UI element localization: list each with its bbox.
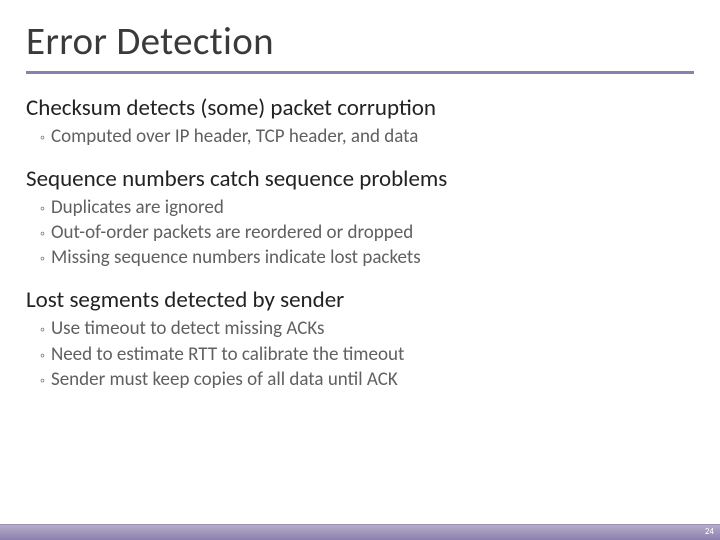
bullet-text: Computed over IP header, TCP header, and… [51, 124, 418, 149]
bullet-item: ◦ Sender must keep copies of all data un… [26, 367, 694, 392]
bullet-text: Missing sequence numbers indicate lost p… [51, 245, 421, 270]
title-underline [26, 71, 694, 74]
bullet-text: Duplicates are ignored [51, 195, 224, 220]
bullet-item: ◦ Out-of-order packets are reordered or … [26, 220, 694, 245]
page-number: 24 [705, 526, 714, 537]
bullet-ring-icon: ◦ [40, 372, 45, 390]
bullet-ring-icon: ◦ [40, 200, 45, 218]
bullet-text: Need to estimate RTT to calibrate the ti… [51, 342, 404, 367]
bullet-text: Sender must keep copies of all data unti… [51, 367, 398, 392]
section-3: Lost segments detected by sender ◦ Use t… [26, 286, 694, 391]
bullet-text: Use timeout to detect missing ACKs [51, 316, 325, 341]
section-head: Sequence numbers catch sequence problems [26, 165, 694, 193]
footer-bar: 24 [0, 524, 720, 540]
bullet-item: ◦ Need to estimate RTT to calibrate the … [26, 342, 694, 367]
bullet-item: ◦ Computed over IP header, TCP header, a… [26, 124, 694, 149]
bullet-ring-icon: ◦ [40, 321, 45, 339]
bullet-ring-icon: ◦ [40, 225, 45, 243]
section-head: Checksum detects (some) packet corruptio… [26, 94, 694, 122]
section-1: Checksum detects (some) packet corruptio… [26, 94, 694, 149]
slide: Error Detection Checksum detects (some) … [0, 0, 720, 540]
slide-title: Error Detection [26, 18, 694, 65]
section-2: Sequence numbers catch sequence problems… [26, 165, 694, 270]
bullet-ring-icon: ◦ [40, 347, 45, 365]
bullet-item: ◦ Use timeout to detect missing ACKs [26, 316, 694, 341]
bullet-item: ◦ Duplicates are ignored [26, 195, 694, 220]
bullet-ring-icon: ◦ [40, 250, 45, 268]
bullet-ring-icon: ◦ [40, 129, 45, 147]
bullet-text: Out-of-order packets are reordered or dr… [51, 220, 413, 245]
section-head: Lost segments detected by sender [26, 286, 694, 314]
bullet-item: ◦ Missing sequence numbers indicate lost… [26, 245, 694, 270]
